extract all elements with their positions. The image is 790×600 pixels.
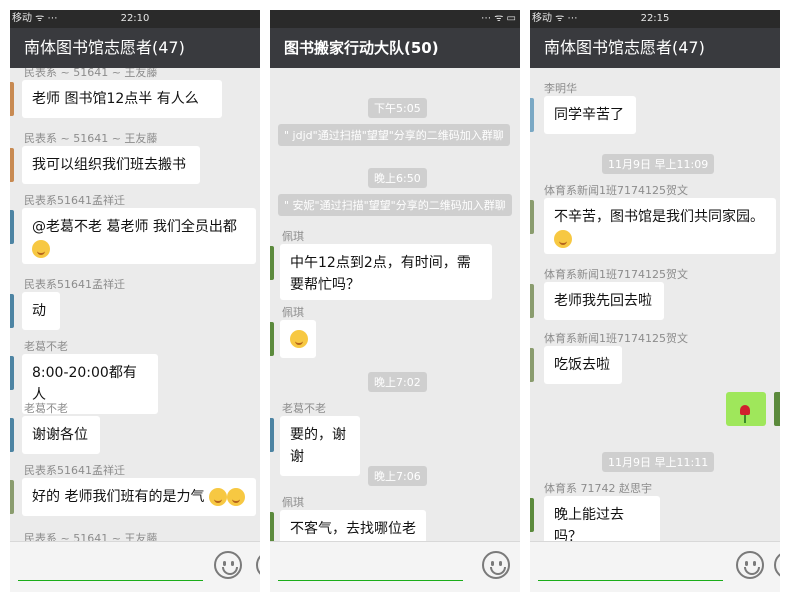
- avatar[interactable]: [10, 356, 14, 390]
- message-bubble[interactable]: 谢谢各位: [22, 416, 100, 454]
- message-bubble[interactable]: 老师 图书馆12点半 有人么: [22, 80, 222, 118]
- message-sender: 老葛不老: [24, 402, 68, 415]
- chat-title-bar: 图书搬家行动大队(50): [270, 28, 520, 68]
- time-stamp: 晚上7:02: [368, 372, 427, 392]
- avatar[interactable]: [530, 98, 534, 132]
- avatar[interactable]: [270, 512, 274, 542]
- system-notice: " 安妮"通过扫描"望望"分享的二维码加入群聊: [278, 194, 512, 216]
- message-bubble[interactable]: 不辛苦，图书馆是我们共同家园。: [544, 198, 776, 254]
- message-bubble[interactable]: 晚上能过去吗？: [544, 496, 660, 542]
- chat-title: 南体图书馆志愿者(47): [544, 38, 705, 57]
- avatar[interactable]: [270, 322, 274, 356]
- message-input[interactable]: [538, 554, 723, 581]
- message-text: 好的 老师我们班有的是力气: [32, 489, 205, 505]
- message-bubble[interactable]: 动: [22, 292, 60, 330]
- smile-emoji: [290, 330, 308, 348]
- smile-emoji: [32, 240, 50, 258]
- time-stamp: 晚上6:50: [368, 168, 427, 188]
- message-sender: 体育系新闻1班7174125贺文: [544, 184, 688, 197]
- plus-icon[interactable]: [256, 551, 260, 579]
- message-sender: 民表系 ~ 51641 ~ 王友藤: [24, 68, 158, 79]
- message-input[interactable]: [18, 554, 203, 581]
- emoji-icon[interactable]: [736, 551, 764, 579]
- chat-title-bar: 南体图书馆志愿者(47): [530, 28, 780, 68]
- avatar[interactable]: [270, 246, 274, 280]
- chat-title: 图书搬家行动大队(50): [284, 39, 439, 57]
- message-sender: 佩琪: [282, 230, 304, 243]
- laugh-emoji: [208, 488, 227, 506]
- avatar[interactable]: [530, 200, 534, 234]
- clock: 22:15: [640, 13, 670, 24]
- smile-emoji: [554, 230, 572, 248]
- message-bubble[interactable]: 中午12点到2点，有时间，需要帮忙吗？: [280, 244, 492, 300]
- message-sender: 李明华: [544, 82, 577, 95]
- time-stamp: 11月9日 早上11:09: [602, 154, 715, 174]
- rose-emoji: [740, 405, 750, 423]
- avatar[interactable]: [530, 348, 534, 382]
- message-input[interactable]: [278, 554, 463, 581]
- message-sender: 佩琪: [282, 306, 304, 319]
- status-bar: 移动 ᯤ ⋯ 22:15: [530, 10, 780, 28]
- status-bar: ⋯ ᯤ ▭: [270, 10, 520, 28]
- message-text: 不辛苦，图书馆是我们共同家园。: [554, 209, 764, 225]
- message-text: @老葛不老 葛老师 我们全员出都: [32, 219, 237, 235]
- status-bar: 移动 ᯤ ⋯ 22:10: [10, 10, 260, 28]
- message-sender: 老葛不老: [24, 340, 68, 353]
- message-sender: 体育系新闻1班7174125贺文: [544, 268, 688, 281]
- message-bubble[interactable]: 要的，谢谢: [280, 416, 360, 476]
- status-icons: ⋯ ᯤ ▭: [481, 13, 516, 24]
- plus-icon[interactable]: [774, 551, 780, 579]
- message-list[interactable]: 李明华 同学辛苦了 11月9日 早上11:09 体育系新闻1班7174125贺文…: [530, 68, 780, 542]
- message-bubble[interactable]: 好的 老师我们班有的是力气: [22, 478, 256, 516]
- message-sender: 佩琪: [282, 496, 304, 509]
- message-sender: 民表系 ~ 51641 ~ 王友藤: [24, 132, 158, 145]
- message-sender: 体育系新闻1班7174125贺文: [544, 332, 688, 345]
- time-stamp: 下午5:05: [368, 98, 427, 118]
- input-bar: [270, 541, 520, 592]
- message-bubble[interactable]: 吃饭去啦: [544, 346, 622, 384]
- message-sender: 民表系51641孟祥迁: [24, 278, 125, 291]
- avatar[interactable]: [10, 148, 14, 182]
- avatar[interactable]: [10, 82, 14, 116]
- message-bubble[interactable]: 不客气，去找哪位老师: [280, 510, 426, 542]
- chat-screen-1: 移动 ᯤ ⋯ 22:10 南体图书馆志愿者(47) 民表系 ~ 51641 ~ …: [10, 10, 260, 592]
- message-list[interactable]: 下午5:05 " jdjd"通过扫描"望望"分享的二维码加入群聊 晚上6:50 …: [270, 68, 520, 542]
- system-notice: " jdjd"通过扫描"望望"分享的二维码加入群聊: [278, 124, 510, 146]
- message-sender: 民表系51641孟祥迁: [24, 464, 125, 477]
- avatar[interactable]: [270, 418, 274, 452]
- my-avatar[interactable]: [774, 392, 780, 426]
- chat-title: 南体图书馆志愿者(47): [24, 38, 185, 57]
- message-sender: 民表系51641孟祥迁: [24, 194, 125, 207]
- chat-screen-3: 移动 ᯤ ⋯ 22:15 南体图书馆志愿者(47) 李明华 同学辛苦了 11月9…: [530, 10, 780, 592]
- avatar[interactable]: [530, 284, 534, 318]
- chat-screen-2: ⋯ ᯤ ▭ 图书搬家行动大队(50) 下午5:05 " jdjd"通过扫描"望望…: [270, 10, 520, 592]
- message-bubble[interactable]: 老师我先回去啦: [544, 282, 664, 320]
- avatar[interactable]: [10, 294, 14, 328]
- message-sender: 老葛不老: [282, 402, 326, 415]
- message-bubble[interactable]: @老葛不老 葛老师 我们全员出都: [22, 208, 256, 264]
- avatar[interactable]: [530, 498, 534, 532]
- message-bubble[interactable]: 我可以组织我们班去搬书: [22, 146, 200, 184]
- message-bubble[interactable]: [280, 320, 316, 358]
- time-stamp: 11月9日 早上11:11: [602, 452, 715, 472]
- avatar[interactable]: [10, 418, 14, 452]
- emoji-icon[interactable]: [214, 551, 242, 579]
- input-bar: [10, 541, 260, 592]
- clock: 22:10: [120, 13, 150, 24]
- input-bar: [530, 541, 780, 592]
- laugh-emoji: [226, 488, 245, 506]
- message-list[interactable]: 民表系 ~ 51641 ~ 王友藤 老师 图书馆12点半 有人么 民表系 ~ 5…: [10, 68, 260, 542]
- emoji-icon[interactable]: [482, 551, 510, 579]
- message-bubble[interactable]: 同学辛苦了: [544, 96, 636, 134]
- avatar[interactable]: [10, 210, 14, 244]
- chat-title-bar: 南体图书馆志愿者(47): [10, 28, 260, 68]
- message-sender: 体育系 71742 赵思宇: [544, 482, 652, 495]
- time-stamp: 晚上7:06: [368, 466, 427, 486]
- avatar[interactable]: [10, 480, 14, 514]
- my-message-bubble[interactable]: [726, 392, 766, 426]
